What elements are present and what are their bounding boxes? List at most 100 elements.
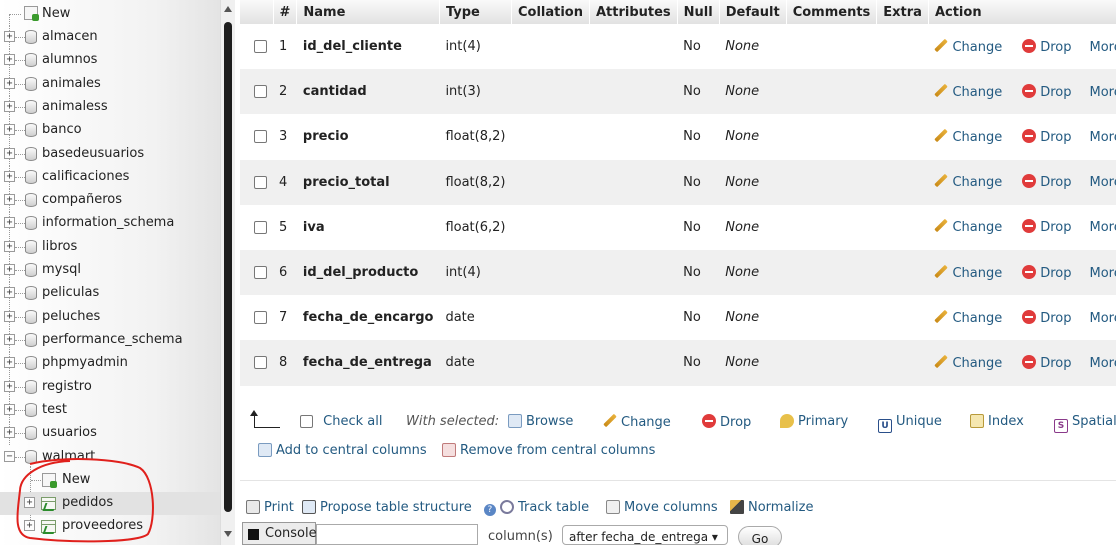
row-checkbox[interactable] (254, 175, 267, 189)
console-tab[interactable]: Console (242, 522, 317, 545)
tree-item-database[interactable]: + almacen (0, 26, 220, 49)
tree-item-database[interactable]: + calificaciones (0, 165, 220, 189)
drop-label[interactable]: Drop (1040, 85, 1071, 100)
more-menu[interactable]: More (1090, 130, 1116, 145)
header-number[interactable]: # (273, 0, 298, 24)
header-name[interactable]: Name (296, 0, 440, 24)
expand-toggle-icon[interactable]: + (24, 497, 35, 508)
drop-action[interactable]: Drop (1022, 38, 1072, 55)
collapse-toggle-icon[interactable]: − (4, 451, 15, 462)
index-label[interactable]: Index (988, 414, 1024, 429)
more-menu[interactable]: More (1090, 266, 1116, 281)
drop-action[interactable]: Drop (1022, 128, 1072, 145)
change-action[interactable]: Change (934, 266, 1002, 281)
expand-toggle-icon[interactable]: + (24, 520, 35, 531)
change-label[interactable]: Change (952, 85, 1002, 100)
row-checkbox[interactable] (254, 266, 267, 280)
check-all-label[interactable]: Check all (323, 414, 382, 429)
header-comments[interactable]: Comments (786, 0, 878, 24)
check-all[interactable]: Check all (300, 414, 382, 429)
add-columns-count-input[interactable] (316, 524, 478, 545)
scroll-down-icon[interactable] (224, 531, 232, 537)
expand-toggle-icon[interactable]: + (4, 310, 15, 322)
propose-structure-button[interactable]: Propose table structure ? (302, 500, 496, 516)
expand-toggle-icon[interactable]: + (4, 194, 15, 206)
change-action[interactable]: Change (934, 175, 1002, 190)
drop-action[interactable]: Drop (1022, 174, 1072, 190)
expand-toggle-icon[interactable]: + (4, 427, 15, 439)
add-after-select[interactable]: after fecha_de_entrega ▾ (562, 525, 728, 545)
tree-item-walmart[interactable]: − walmart (0, 446, 220, 469)
row-checkbox[interactable] (254, 220, 267, 234)
tree-item-database[interactable]: + basedeusuarios (0, 142, 220, 166)
more-menu[interactable]: More (1090, 311, 1116, 326)
spatial-label[interactable]: Spatial (1072, 414, 1116, 429)
tree-item-database[interactable]: + usuarios (0, 422, 220, 446)
tree-item-database[interactable]: + alumnos (0, 49, 220, 73)
header-collation[interactable]: Collation (511, 0, 590, 24)
more-menu[interactable]: More (1090, 40, 1116, 55)
tree-item-database[interactable]: + phpmyadmin (0, 352, 220, 376)
change-label[interactable]: Change (952, 40, 1002, 55)
tree-item-database[interactable]: + banco (0, 119, 220, 143)
change-action[interactable]: Change (934, 40, 1002, 55)
row-checkbox[interactable] (254, 356, 267, 370)
drop-action[interactable]: Drop (1022, 309, 1072, 326)
tree-item-database[interactable]: + information_schema (0, 212, 220, 236)
change-label[interactable]: Change (952, 130, 1002, 145)
tree-item-database[interactable]: + animaless (0, 95, 220, 119)
normalize-label[interactable]: Normalize (748, 500, 813, 515)
add-central-columns-button[interactable]: Add to central columns (258, 443, 427, 458)
spatial-button[interactable]: S Spatial (1054, 414, 1116, 433)
tree-item-database[interactable]: + peluches (0, 305, 220, 329)
remove-central-label[interactable]: Remove from central columns (460, 443, 655, 458)
drop-action[interactable]: Drop (1022, 219, 1072, 235)
expand-toggle-icon[interactable]: + (4, 264, 15, 275)
help-icon[interactable]: ? (483, 504, 496, 516)
drop-label[interactable]: Drop (1040, 40, 1071, 55)
expand-toggle-icon[interactable]: + (4, 333, 15, 345)
unique-label[interactable]: Unique (896, 414, 942, 429)
drop-label[interactable]: Drop (1040, 311, 1071, 326)
tree-item-database[interactable]: + registro (0, 375, 220, 399)
tree-item-database[interactable]: + performance_schema (0, 328, 220, 352)
tree-item-table-pedidos[interactable]: + pedidos (0, 492, 220, 515)
header-null[interactable]: Null (677, 0, 720, 24)
unique-button[interactable]: U Unique (878, 414, 942, 433)
change-action[interactable]: Change (934, 85, 1002, 100)
track-label[interactable]: Track table (518, 500, 589, 515)
drop-label[interactable]: Drop (1040, 130, 1071, 145)
propose-label[interactable]: Propose table structure (320, 500, 472, 515)
change-label[interactable]: Change (952, 220, 1002, 235)
track-table-button[interactable]: Track table (500, 500, 589, 515)
tree-item-database[interactable]: + compañeros (0, 189, 220, 213)
drop-action[interactable]: Drop (1022, 264, 1072, 281)
drop-action[interactable]: Drop (1022, 83, 1072, 100)
go-label[interactable]: Go (752, 532, 769, 545)
check-all-checkbox[interactable] (300, 415, 313, 428)
change-label[interactable]: Change (952, 311, 1002, 326)
row-checkbox[interactable] (254, 40, 267, 54)
change-action[interactable]: Change (934, 311, 1002, 326)
expand-toggle-icon[interactable]: + (4, 100, 15, 112)
drop-action[interactable]: Drop (1022, 354, 1072, 371)
remove-central-columns-button[interactable]: Remove from central columns (442, 443, 655, 458)
more-menu[interactable]: More (1090, 175, 1116, 190)
tree-item-new-table[interactable]: New (0, 469, 220, 492)
expand-toggle-icon[interactable]: + (4, 124, 15, 136)
tree-item-database[interactable]: + peliculas (0, 282, 220, 306)
row-checkbox[interactable] (254, 130, 267, 144)
tree-item-database[interactable]: + libros (0, 235, 220, 259)
bulk-change-label[interactable]: Change (621, 415, 671, 430)
change-action[interactable]: Change (934, 356, 1002, 371)
row-checkbox[interactable] (254, 85, 267, 99)
index-button[interactable]: Index (970, 414, 1024, 429)
browse-button[interactable]: Browse (508, 414, 573, 429)
expand-toggle-icon[interactable]: + (4, 54, 15, 66)
change-label[interactable]: Change (952, 175, 1002, 190)
expand-toggle-icon[interactable]: + (4, 403, 15, 415)
expand-toggle-icon[interactable]: + (4, 287, 15, 299)
more-menu[interactable]: More (1090, 356, 1116, 371)
change-label[interactable]: Change (952, 266, 1002, 281)
print-button[interactable]: Print (246, 500, 294, 515)
